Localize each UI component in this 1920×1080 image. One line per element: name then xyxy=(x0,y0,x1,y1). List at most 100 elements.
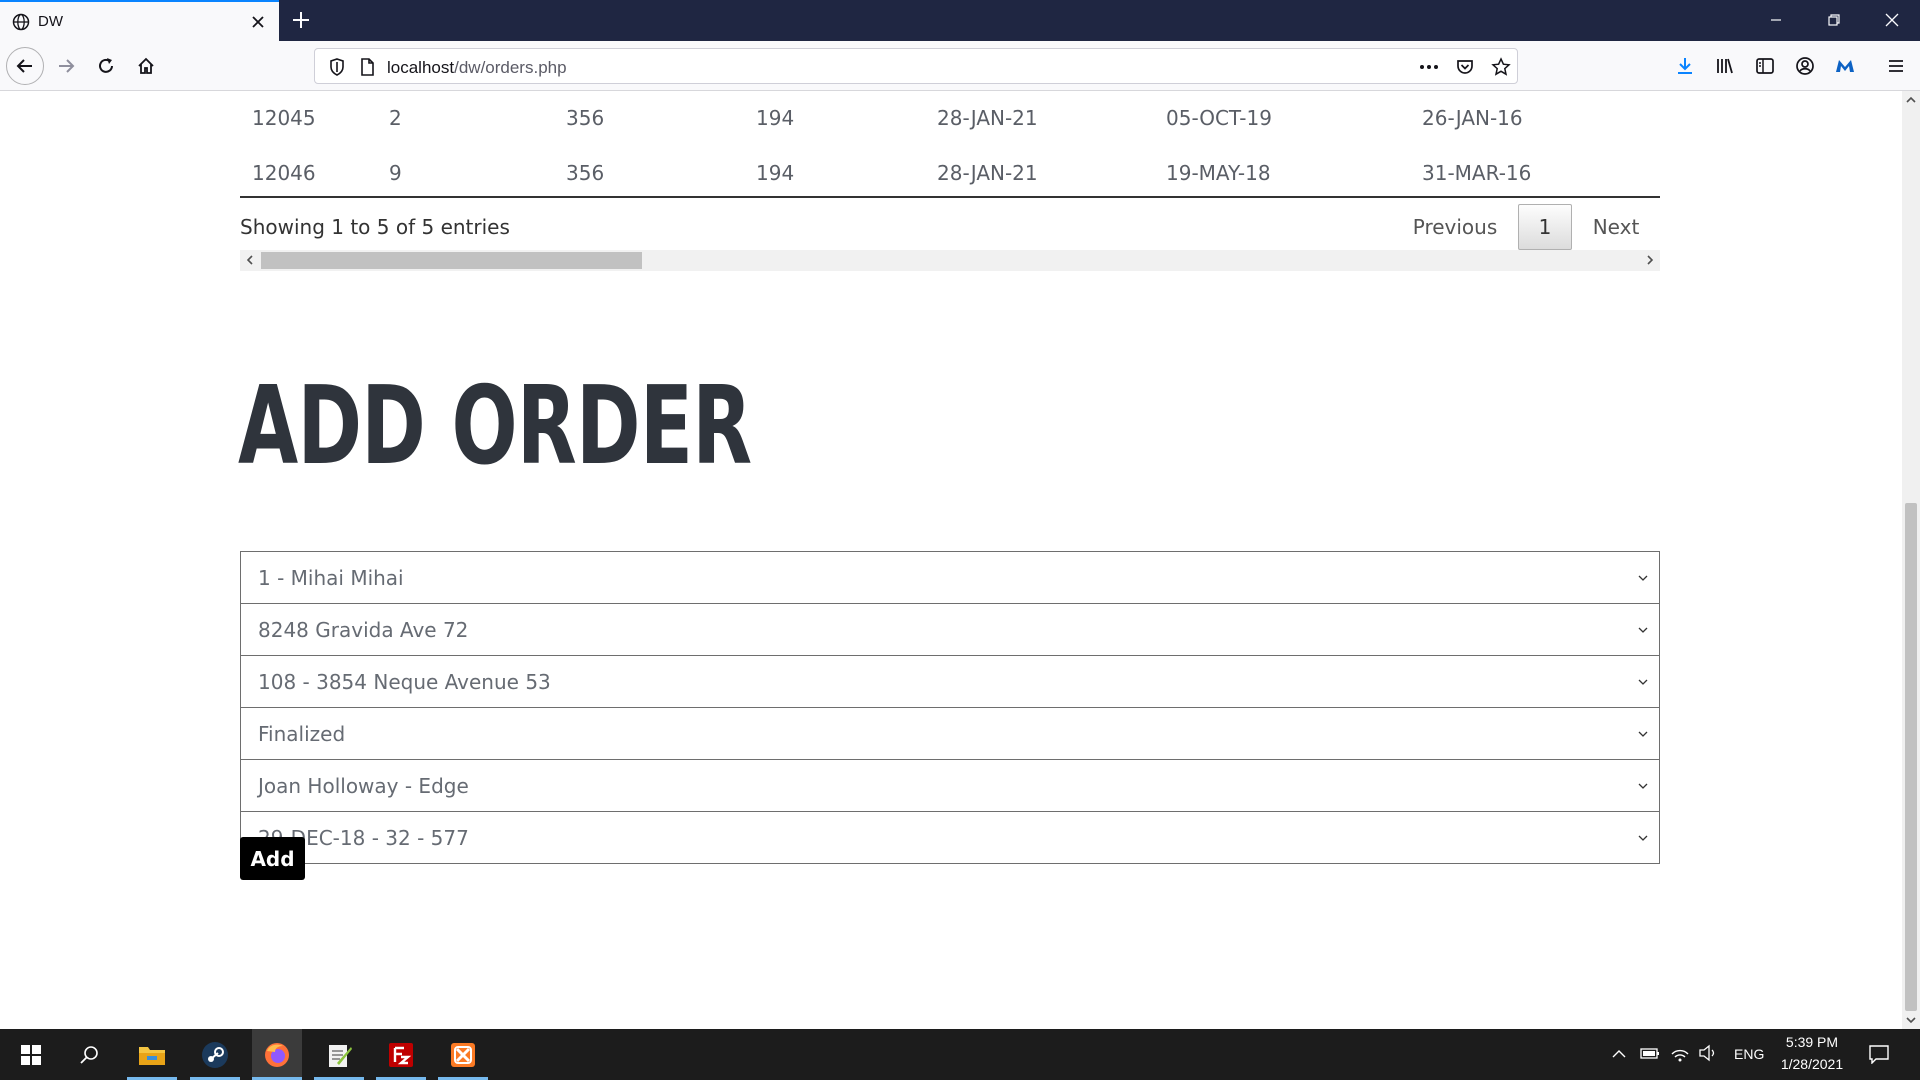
table-cell: 12046 xyxy=(252,161,316,185)
url-bar[interactable]: localhost/dw/orders.php xyxy=(314,48,1518,84)
url-text[interactable]: localhost/dw/orders.php xyxy=(387,58,567,78)
taskbar-file-explorer[interactable] xyxy=(127,1029,177,1080)
home-icon xyxy=(138,57,154,74)
chevron-down-icon xyxy=(1638,575,1648,581)
account-button[interactable] xyxy=(1790,51,1820,81)
pocket-icon[interactable] xyxy=(1455,57,1475,77)
table-row: 12046 9 356 194 28-JAN-21 19-MAY-18 31-M… xyxy=(240,146,1660,202)
table-cell: 9 xyxy=(389,161,402,185)
sidebar-icon xyxy=(1756,58,1774,74)
xampp-icon xyxy=(451,1042,475,1067)
page-1-button[interactable]: 1 xyxy=(1518,204,1572,250)
taskbar: ENG 5:39 PM 1/28/2021 xyxy=(0,1029,1920,1080)
taskbar-notepad-plus[interactable] xyxy=(314,1029,364,1080)
select-value: 108 - 3854 Neque Avenue 53 xyxy=(258,670,551,694)
table-bottom-border xyxy=(240,196,1660,198)
table-cell: 356 xyxy=(566,161,605,185)
download-icon xyxy=(1678,58,1692,74)
close-window-icon[interactable] xyxy=(1882,10,1902,30)
table-cell: 26-JAN-16 xyxy=(1422,106,1523,130)
status-select[interactable]: Finalized xyxy=(240,707,1660,760)
tab-title: DW xyxy=(38,13,63,30)
start-button[interactable] xyxy=(6,1029,56,1080)
taskbar-xampp[interactable] xyxy=(438,1029,488,1080)
scroll-right-icon[interactable] xyxy=(1645,255,1655,265)
menu-button[interactable] xyxy=(1881,51,1911,81)
globe-icon xyxy=(12,13,30,31)
table-cell: 356 xyxy=(566,106,605,130)
more-actions-icon[interactable] xyxy=(1419,57,1439,77)
table-cell: 2 xyxy=(389,106,402,130)
search-icon xyxy=(80,1045,98,1064)
scroll-left-icon[interactable] xyxy=(245,255,255,265)
vertical-scrollbar[interactable] xyxy=(1902,91,1920,1029)
downloads-button[interactable] xyxy=(1670,51,1700,81)
vertical-scroll-thumb[interactable] xyxy=(1905,503,1917,1011)
new-tab-icon[interactable] xyxy=(291,10,311,30)
previous-button[interactable]: Previous xyxy=(1400,204,1510,250)
shield-icon[interactable] xyxy=(327,57,347,77)
location-select[interactable]: 108 - 3854 Neque Avenue 53 xyxy=(240,655,1660,708)
chevron-up-icon[interactable] xyxy=(1612,1048,1626,1060)
address-select[interactable]: 8248 Gravida Ave 72 xyxy=(240,603,1660,656)
table-info: Showing 1 to 5 of 5 entries xyxy=(240,215,510,239)
horizontal-scroll-thumb[interactable] xyxy=(261,252,642,269)
clock-date[interactable]: 1/28/2021 xyxy=(1776,1056,1848,1072)
home-button[interactable] xyxy=(131,51,161,81)
page-content: 12045 2 356 194 28-JAN-21 05-OCT-19 26-J… xyxy=(0,91,1902,1029)
scroll-down-icon[interactable] xyxy=(1906,1015,1916,1025)
back-button[interactable] xyxy=(6,47,44,85)
forward-button[interactable] xyxy=(51,51,81,81)
search-button[interactable] xyxy=(64,1029,114,1080)
account-icon xyxy=(1796,57,1814,75)
table-cell: 12045 xyxy=(252,106,316,130)
table-cell: 28-JAN-21 xyxy=(937,161,1038,185)
select-value: Joan Holloway - Edge xyxy=(258,774,469,798)
close-tab-icon[interactable] xyxy=(249,13,267,31)
wifi-icon[interactable] xyxy=(1670,1044,1690,1062)
horizontal-scrollbar[interactable] xyxy=(240,250,1660,271)
malwarebytes-icon xyxy=(1836,60,1854,72)
employee-select[interactable]: Joan Holloway - Edge xyxy=(240,759,1660,812)
sidebar-button[interactable] xyxy=(1750,51,1780,81)
browser-tab[interactable]: DW xyxy=(0,0,279,41)
reload-button[interactable] xyxy=(91,51,121,81)
volume-icon[interactable] xyxy=(1698,1044,1718,1062)
windows-icon xyxy=(21,1044,41,1065)
firefox-icon xyxy=(265,1042,289,1067)
next-button[interactable]: Next xyxy=(1582,204,1650,250)
chevron-down-icon xyxy=(1638,627,1648,633)
library-icon xyxy=(1717,58,1733,74)
shipment-select[interactable]: 29-DEC-18 - 32 - 577 xyxy=(240,811,1660,864)
notifications-icon[interactable] xyxy=(1868,1044,1890,1064)
table-cell: 31-MAR-16 xyxy=(1422,161,1532,185)
minimize-icon[interactable] xyxy=(1766,10,1786,30)
scroll-up-icon[interactable] xyxy=(1906,95,1916,105)
select-value: Finalized xyxy=(258,722,346,746)
taskbar-filezilla[interactable] xyxy=(376,1029,426,1080)
table-cell: 05-OCT-19 xyxy=(1166,106,1272,130)
table-cell: 28-JAN-21 xyxy=(937,106,1038,130)
url-path: /dw/orders.php xyxy=(454,58,567,77)
library-button[interactable] xyxy=(1710,51,1740,81)
language-indicator[interactable]: ENG xyxy=(1734,1046,1764,1062)
customer-select[interactable]: 1 - Mihai Mihai xyxy=(240,551,1660,604)
filezilla-icon xyxy=(389,1042,413,1067)
battery-icon[interactable] xyxy=(1640,1046,1660,1060)
page-icon[interactable] xyxy=(357,57,377,77)
bookmark-star-icon[interactable] xyxy=(1491,57,1511,77)
taskbar-steam[interactable] xyxy=(190,1029,240,1080)
chevron-down-icon xyxy=(1638,835,1648,841)
select-value: 1 - Mihai Mihai xyxy=(258,566,404,590)
add-button[interactable]: Add xyxy=(240,837,305,880)
restore-icon[interactable] xyxy=(1824,10,1844,30)
clock-time[interactable]: 5:39 PM xyxy=(1785,1034,1839,1050)
nav-toolbar: localhost/dw/orders.php xyxy=(0,41,1920,91)
reload-icon xyxy=(99,58,113,73)
table-row: 12045 2 356 194 28-JAN-21 05-OCT-19 26-J… xyxy=(240,91,1660,147)
taskbar-firefox[interactable] xyxy=(252,1029,302,1080)
extension-button[interactable] xyxy=(1830,51,1860,81)
table-cell: 194 xyxy=(756,161,795,185)
tab-bar: DW xyxy=(0,0,1920,41)
table-cell: 19-MAY-18 xyxy=(1166,161,1271,185)
